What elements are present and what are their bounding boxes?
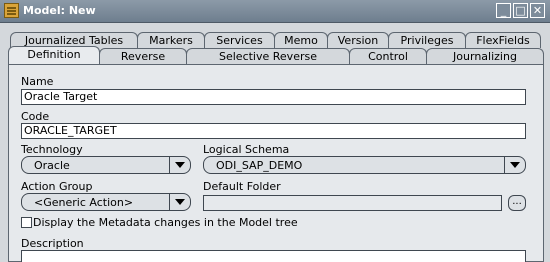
minimize-icon[interactable]: _ (496, 3, 511, 18)
action-group-select[interactable]: <Generic Action> (21, 193, 191, 211)
default-folder-label: Default Folder (203, 180, 281, 193)
default-folder-field[interactable] (203, 195, 502, 211)
tab-definition[interactable]: Definition (8, 46, 100, 64)
chevron-down-icon[interactable] (169, 157, 190, 173)
tab-version[interactable]: Version (327, 32, 389, 48)
maximize-icon[interactable]: □ (513, 3, 528, 18)
display-metadata-label: Display the Metadata changes in the Mode… (33, 216, 298, 229)
tab-reverse[interactable]: Reverse (99, 48, 187, 64)
title-bar: Model: New _ □ ✕ (0, 0, 550, 23)
action-group-label: Action Group (21, 180, 93, 193)
technology-value: Oracle (34, 159, 70, 172)
display-metadata-checkbox[interactable] (21, 217, 32, 228)
logical-schema-label: Logical Schema (203, 143, 290, 156)
tab-selective-reverse[interactable]: Selective Reverse (186, 48, 350, 64)
model-window: Model: New _ □ ✕ Journalized Tables Mark… (0, 0, 550, 262)
code-field[interactable]: ORACLE_TARGET (21, 123, 526, 139)
tab-services[interactable]: Services (204, 32, 275, 48)
action-group-value: <Generic Action> (34, 196, 134, 209)
chevron-down-icon[interactable] (504, 157, 525, 173)
name-label: Name (21, 75, 54, 88)
technology-label: Technology (21, 143, 83, 156)
tab-flexfields[interactable]: FlexFields (465, 32, 541, 48)
tab-privileges[interactable]: Privileges (388, 32, 466, 48)
app-icon (4, 3, 19, 18)
code-label: Code (21, 110, 50, 123)
tab-journalizing[interactable]: Journalizing (426, 48, 544, 64)
tab-markers[interactable]: Markers (137, 32, 205, 48)
description-label: Description (21, 237, 84, 250)
technology-select[interactable]: Oracle (21, 156, 191, 174)
close-icon[interactable]: ✕ (530, 3, 545, 18)
name-field[interactable]: Oracle Target (21, 89, 526, 105)
description-field[interactable] (21, 250, 526, 262)
window-title: Model: New (23, 4, 96, 17)
logical-schema-value: ODI_SAP_DEMO (216, 159, 303, 172)
browse-button[interactable]: ... (508, 195, 526, 211)
logical-schema-select[interactable]: ODI_SAP_DEMO (203, 156, 526, 174)
tab-control[interactable]: Control (349, 48, 427, 64)
chevron-down-icon[interactable] (169, 194, 190, 210)
tab-memo[interactable]: Memo (274, 32, 328, 48)
